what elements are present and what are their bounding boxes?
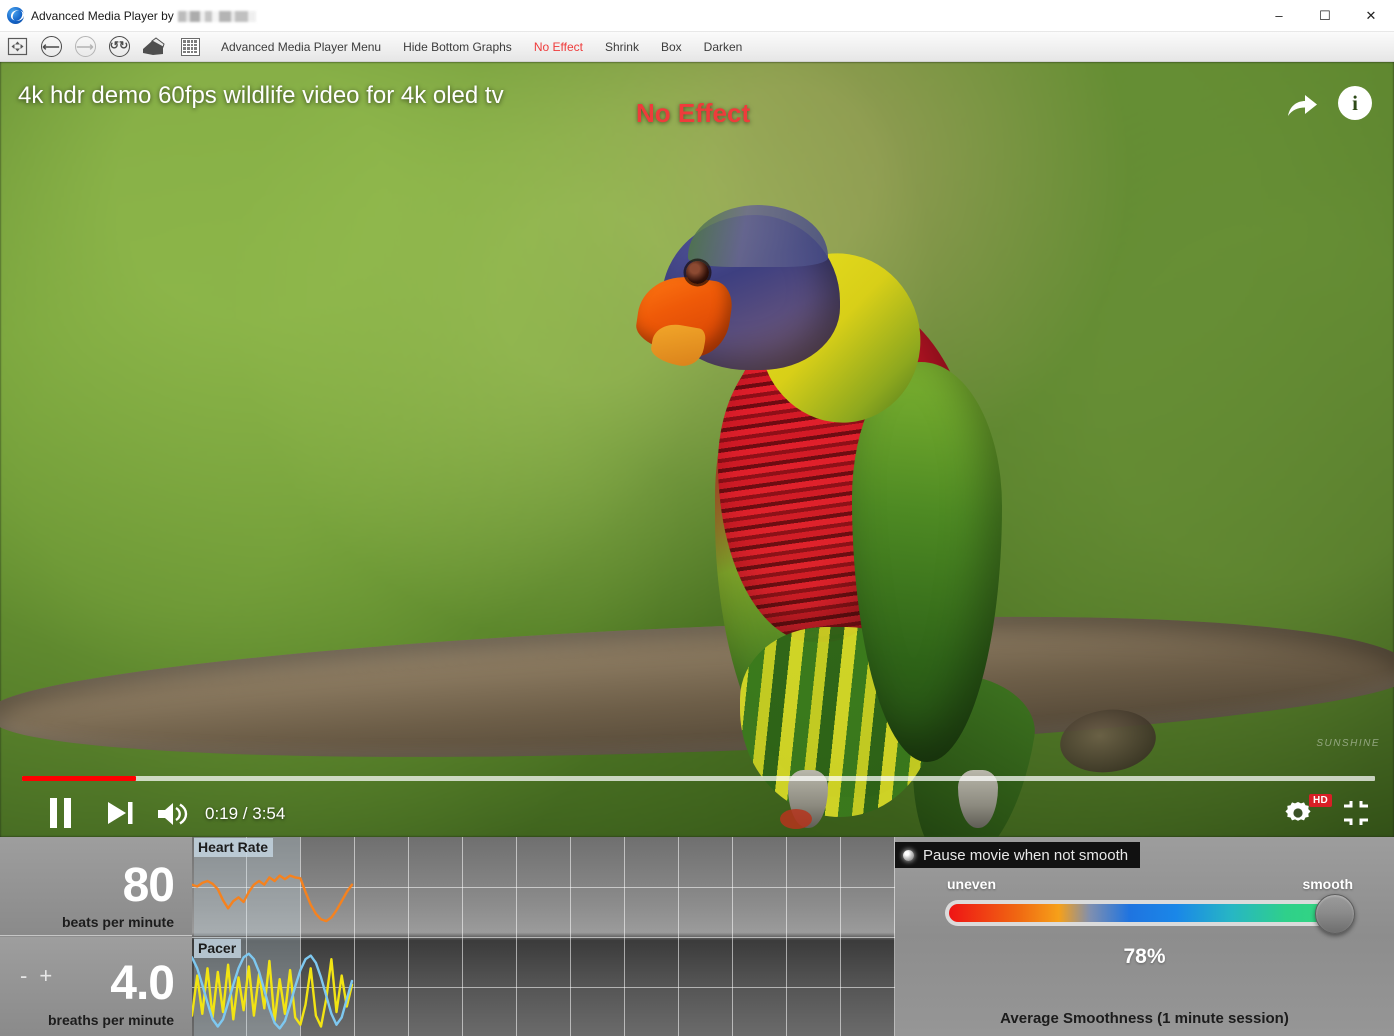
smoothness-slider[interactable]: uneven smooth [945,876,1355,935]
pacer-chart [192,952,354,1030]
series-heart-rate [192,874,354,923]
info-icon[interactable]: i [1338,86,1372,120]
menu-item-advanced-media-player-menu[interactable]: Advanced Media Player Menu [210,32,392,62]
close-button[interactable]: ✕ [1348,0,1394,32]
navigation-toolbar: ⟵ ⟶ ↺↻ Advanced Media Player Menu Hide B… [0,32,1394,62]
pause-toggle-label: Pause movie when not smooth [923,846,1129,864]
resize-frame-icon[interactable] [0,34,34,60]
breathing-rate-decrement-button[interactable]: - [20,965,27,987]
biofeedback-graphs[interactable]: Heart Rate Pacer [192,837,895,1036]
home-icon[interactable] [136,34,170,60]
active-effect-label: No Effect [636,98,751,128]
heart-rate-value: 80 [122,859,175,912]
menu-item-no-effect[interactable]: No Effect [523,32,594,62]
smoothness-caption: Average Smoothness (1 minute session) [1000,1010,1289,1027]
forward-arrow-icon: ⟶ [68,34,102,60]
smoothness-panel: Pause movie when not smooth uneven smoot… [895,837,1394,1036]
video-player-surface[interactable]: SUNSHINE 4k hdr demo 60fps wildlife vide… [0,62,1394,837]
parrot-eye [686,261,709,284]
maximize-button[interactable]: ☐ [1302,0,1348,32]
heart-rate-readout: 80 beats per minute [0,837,192,936]
time-display: 0:19 / 3:54 [205,804,286,823]
quality-badge-hd[interactable]: HD [1308,794,1332,807]
video-title: 4k hdr demo 60fps wildlife video for 4k … [18,82,504,109]
slider-min-label: uneven [947,876,997,892]
breathing-rate-unit: breaths per minute [47,1012,174,1028]
progress-bar-fill [22,776,136,781]
breathing-rate-value: 4.0 [110,957,175,1010]
pause-when-not-smooth-toggle[interactable]: Pause movie when not smooth [895,842,1141,868]
back-arrow-icon[interactable]: ⟵ [34,34,68,60]
smoothness-gradient [949,904,1341,922]
player-controls-bar: 0:19 / 3:54 HD [0,792,1394,837]
share-arrow-icon[interactable] [1282,87,1322,125]
window-controls: – ☐ ✕ [1256,0,1394,32]
exit-fullscreen-icon[interactable] [1340,798,1372,828]
heart-rate-graph-label: Heart Rate [194,838,274,857]
breathing-rate-readout: - + 4.0 breaths per minute [0,937,192,1036]
app-logo-icon [7,7,24,24]
menu-item-hide-bottom-graphs[interactable]: Hide Bottom Graphs [392,32,523,62]
vendor-name-redacted [177,11,256,22]
parrot-subject [633,157,1060,837]
video-watermark: SUNSHINE [1316,738,1380,749]
menu-item-box[interactable]: Box [650,32,693,62]
slider-max-label: smooth [1302,876,1353,892]
breathing-rate-stepper: - + [20,965,52,987]
window-title: Advanced Media Player by [31,8,174,23]
refresh-icon[interactable]: ↺↻ [102,34,136,60]
volume-icon[interactable] [155,800,191,828]
next-track-icon[interactable] [104,798,136,828]
menu-item-darken[interactable]: Darken [693,32,754,62]
window-titlebar: Advanced Media Player by – ☐ ✕ [0,0,1394,32]
smoothness-slider-track[interactable] [945,900,1345,926]
smoothness-percent: 78% [1123,945,1166,968]
toggle-led-icon [903,849,914,861]
biofeedback-panel: 80 beats per minute - + 4.0 breaths per … [0,837,1394,1036]
pacer-graph-label: Pacer [194,939,242,958]
heart-rate-unit: beats per minute [61,914,174,930]
menu-item-shrink[interactable]: Shrink [594,32,650,62]
progress-bar-track[interactable] [22,776,1375,781]
breathing-rate-increment-button[interactable]: + [39,965,52,987]
heart-rate-chart [192,874,354,923]
parrot-crown [688,205,828,267]
pause-icon[interactable] [42,796,78,830]
minimize-button[interactable]: – [1256,0,1302,32]
menu-grid-icon[interactable] [170,34,210,60]
smoothness-slider-knob[interactable] [1315,894,1355,934]
